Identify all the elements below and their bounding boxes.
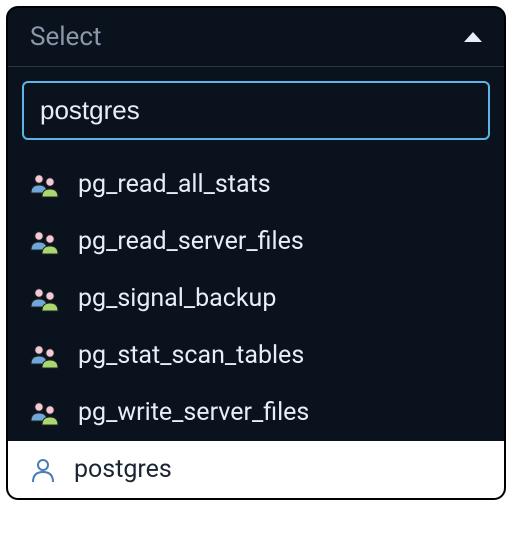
option-postgres[interactable]: postgres — [8, 441, 504, 498]
select-placeholder: Select — [30, 22, 101, 52]
option-pg-read-all-stats[interactable]: pg_read_all_stats — [8, 156, 504, 213]
group-role-icon — [30, 286, 60, 312]
option-pg-signal-backup[interactable]: pg_signal_backup — [8, 270, 504, 327]
option-label: pg_write_server_files — [78, 398, 309, 427]
chevron-up-icon — [464, 32, 482, 42]
search-row — [8, 81, 504, 150]
option-label: pg_stat_scan_tables — [78, 341, 304, 370]
option-pg-write-server-files[interactable]: pg_write_server_files — [8, 384, 504, 441]
group-role-icon — [30, 229, 60, 255]
option-label: pg_read_server_files — [78, 227, 304, 256]
option-label: postgres — [74, 455, 172, 484]
select-header[interactable]: Select — [8, 8, 504, 66]
role-select: Select pg_read_all_stats — [6, 6, 506, 500]
user-icon — [30, 457, 56, 483]
option-pg-read-server-files[interactable]: pg_read_server_files — [8, 213, 504, 270]
select-dropdown: pg_read_all_stats pg_read_server_files — [8, 66, 504, 498]
group-role-icon — [30, 172, 60, 198]
search-input[interactable] — [22, 81, 490, 140]
group-role-icon — [30, 400, 60, 426]
option-pg-stat-scan-tables[interactable]: pg_stat_scan_tables — [8, 327, 504, 384]
group-role-icon — [30, 343, 60, 369]
options-list: pg_read_all_stats pg_read_server_files — [8, 150, 504, 498]
option-label: pg_signal_backup — [78, 284, 276, 313]
option-label: pg_read_all_stats — [78, 170, 271, 199]
